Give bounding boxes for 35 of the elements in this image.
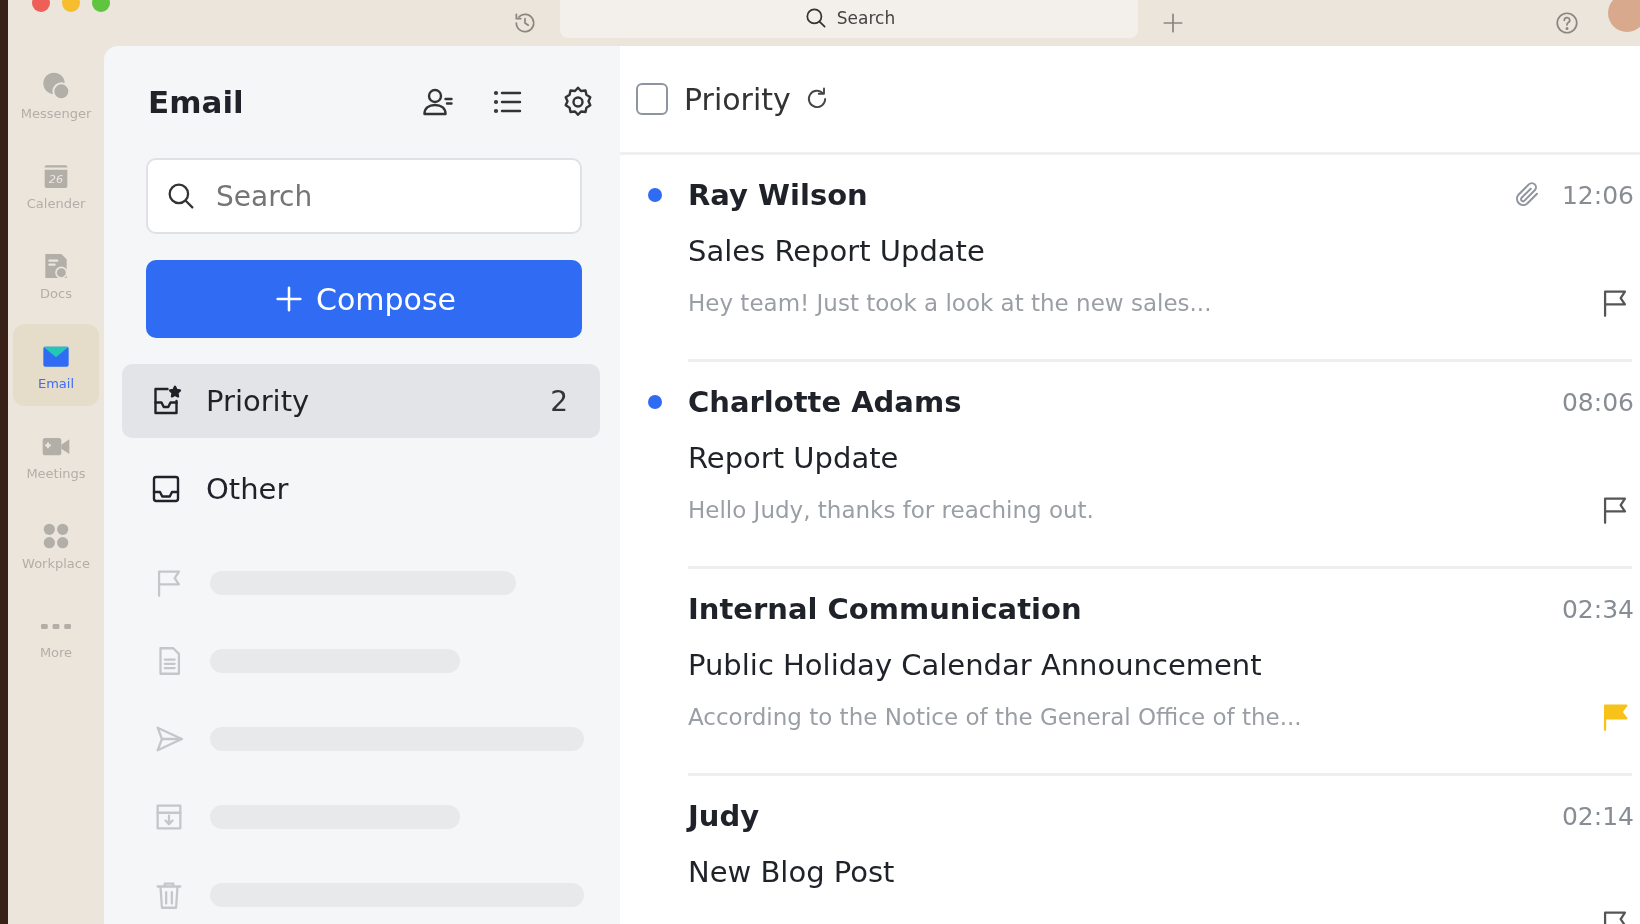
sender-name: Charlotte Adams bbox=[688, 385, 963, 419]
panel-title: Email bbox=[148, 84, 245, 120]
email-preview: According to the Notice of the General Office of the... bbox=[688, 704, 1303, 730]
search-placeholder: Search bbox=[836, 8, 896, 28]
rail-item[interactable]: Meetings bbox=[13, 414, 99, 496]
rail-item[interactable]: Workplace bbox=[13, 504, 99, 586]
rail-item[interactable]: 26 Calender bbox=[13, 144, 99, 226]
compose-button[interactable]: Compose bbox=[146, 260, 582, 338]
folder-item[interactable]: Priority 2 bbox=[122, 364, 600, 438]
avatar[interactable] bbox=[1608, 0, 1640, 32]
rail-item[interactable]: More bbox=[13, 594, 99, 676]
more-icon bbox=[41, 624, 71, 629]
select-all-checkbox[interactable] bbox=[636, 83, 668, 115]
email-subject: Sales Report Update bbox=[687, 233, 986, 270]
sender-name: Judy bbox=[688, 799, 761, 833]
email-time: 12:06 bbox=[1561, 180, 1634, 210]
email-preview: Hello Judy, thanks for reaching out. bbox=[688, 497, 1095, 523]
search-field[interactable]: Search bbox=[146, 158, 582, 234]
rail-item[interactable]: Docs bbox=[13, 234, 99, 316]
email-time: 02:34 bbox=[1561, 594, 1634, 624]
sender-name: Ray Wilson bbox=[688, 178, 869, 212]
email-subject: Public Holiday Calendar Announcement bbox=[687, 647, 1263, 684]
folder-item[interactable]: Other bbox=[122, 452, 600, 526]
email-subject: New Blog Post bbox=[687, 854, 896, 891]
email-time: 08:06 bbox=[1561, 387, 1634, 417]
email-time: 02:14 bbox=[1561, 801, 1634, 831]
toolbar-search-field[interactable]: Search bbox=[560, 0, 1138, 38]
help-icon[interactable] bbox=[1554, 10, 1580, 36]
email-preview: Hey team! Just took a look at the new sales... bbox=[688, 290, 1213, 316]
sender-name: Internal Communication bbox=[688, 592, 1083, 626]
rail-item[interactable]: Messenger bbox=[13, 54, 99, 136]
list-title: Priority bbox=[684, 81, 791, 117]
history-icon[interactable] bbox=[512, 10, 538, 36]
email-subject: Report Update bbox=[687, 440, 900, 477]
rail-item[interactable]: Email bbox=[13, 324, 99, 406]
